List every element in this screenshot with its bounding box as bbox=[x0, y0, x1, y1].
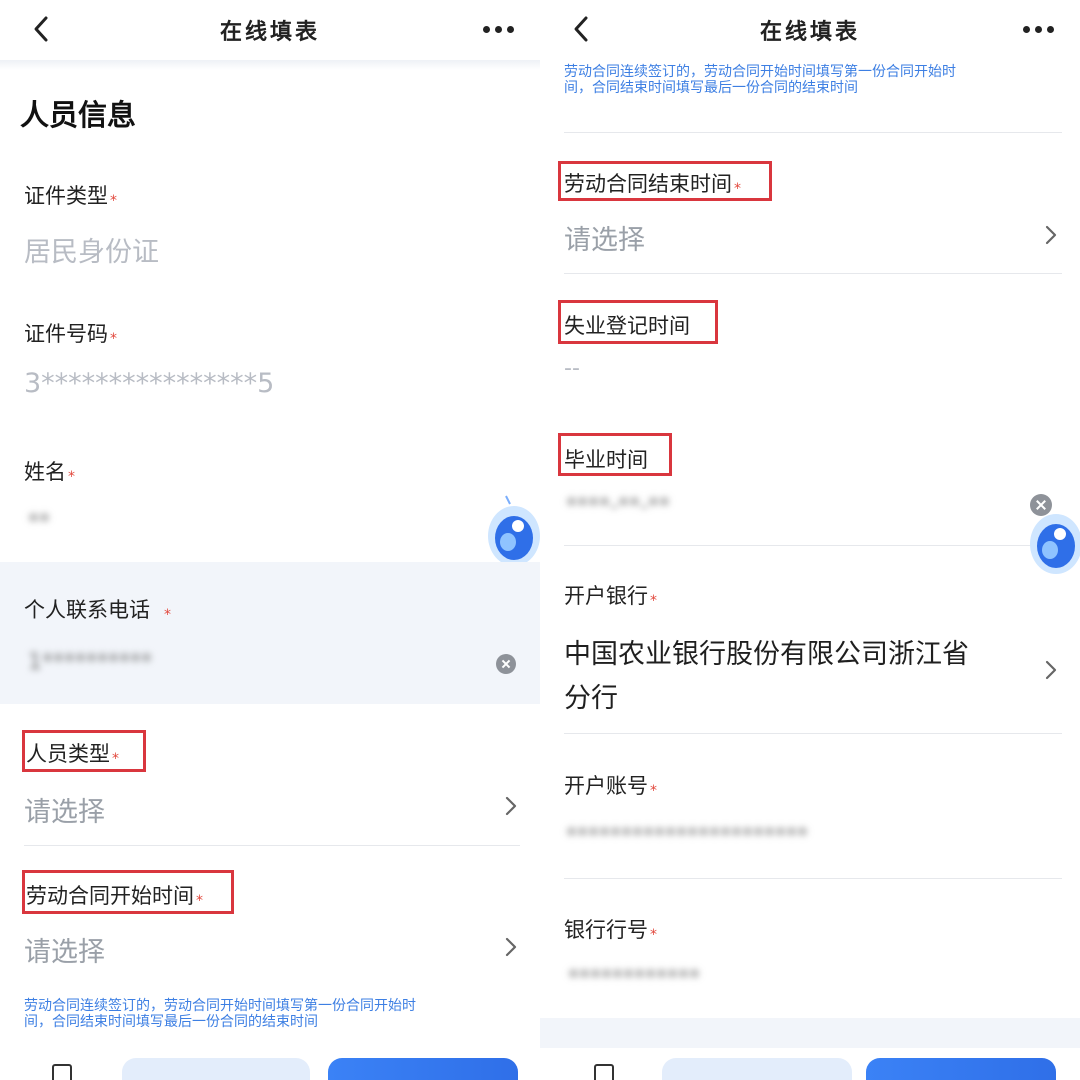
nav-bar: 在线填表 bbox=[0, 0, 540, 60]
divider bbox=[564, 733, 1062, 734]
divider bbox=[564, 132, 1062, 133]
phone-input[interactable]: 1********** bbox=[28, 650, 152, 675]
highlight-box bbox=[558, 300, 718, 344]
bank-value-line1[interactable]: 中国农业银行股份有限公司浙江省 bbox=[564, 632, 969, 671]
more-icon[interactable] bbox=[483, 26, 514, 33]
highlight-box bbox=[558, 433, 672, 476]
save-draft-icon[interactable] bbox=[52, 1064, 72, 1080]
phone-field-block bbox=[0, 562, 540, 704]
phone-label: 个人联系电话 * bbox=[24, 598, 171, 623]
name-label: 姓名 * bbox=[24, 460, 75, 485]
left-screen: 在线填表 人员信息 证件类型 * 居民身份证 证件号码 * 3***********… bbox=[0, 0, 540, 1080]
clear-icon[interactable] bbox=[496, 654, 516, 674]
graduation-date-value: ****-**-** bbox=[566, 494, 670, 519]
id-type-label: 证件类型 * bbox=[24, 184, 117, 209]
primary-button[interactable] bbox=[328, 1058, 518, 1080]
page-title: 在线填表 bbox=[759, 20, 860, 45]
nav-bar: 在线填表 bbox=[540, 0, 1080, 60]
id-number-value: 3****************5 bbox=[24, 368, 275, 399]
highlight-box bbox=[558, 161, 772, 201]
save-draft-icon[interactable] bbox=[594, 1064, 614, 1080]
bank-value-line2[interactable]: 分行 bbox=[564, 676, 618, 715]
name-value: ** bbox=[28, 510, 50, 535]
right-screen: 在线填表 劳动合同连续签订的，劳动合同开始时间填写第一份合同开始时 间，合同结束… bbox=[540, 0, 1080, 1080]
divider bbox=[564, 545, 1062, 546]
chevron-right-icon bbox=[1045, 225, 1057, 245]
bank-label: 开户银行 * bbox=[564, 584, 657, 609]
secondary-button[interactable] bbox=[662, 1058, 852, 1080]
divider bbox=[24, 845, 520, 846]
highlight-box bbox=[22, 870, 234, 914]
section-gap bbox=[540, 1018, 1080, 1048]
contract-note: 劳动合同连续签订的，劳动合同开始时间填写第一份合同开始时 间，合同结束时间填写最… bbox=[24, 998, 416, 1030]
assistant-mascot-icon[interactable] bbox=[1024, 502, 1080, 582]
account-label: 开户账号 * bbox=[564, 774, 657, 799]
contract-note: 劳动合同连续签订的，劳动合同开始时间填写第一份合同开始时 间，合同结束时间填写最… bbox=[564, 64, 956, 96]
nav-divider bbox=[0, 60, 540, 70]
chevron-right-icon bbox=[505, 937, 517, 957]
unemployment-date-value: -- bbox=[564, 356, 580, 381]
id-number-label: 证件号码 * bbox=[24, 322, 117, 347]
page-title: 在线填表 bbox=[219, 20, 320, 45]
secondary-button[interactable] bbox=[122, 1058, 310, 1080]
chevron-right-icon bbox=[1045, 660, 1057, 680]
highlight-box bbox=[22, 730, 146, 772]
primary-button[interactable] bbox=[866, 1058, 1056, 1080]
more-icon[interactable] bbox=[1023, 26, 1054, 33]
contract-end-select[interactable]: 请选择 bbox=[564, 218, 645, 257]
bank-code-input[interactable]: ************ bbox=[568, 966, 700, 991]
chevron-right-icon bbox=[505, 796, 517, 816]
divider bbox=[564, 878, 1062, 879]
bank-code-label: 银行行号 * bbox=[564, 918, 657, 943]
account-input[interactable]: ********************** bbox=[566, 824, 808, 849]
divider bbox=[564, 273, 1062, 274]
section-title: 人员信息 bbox=[20, 98, 137, 132]
contract-start-select[interactable]: 请选择 bbox=[24, 930, 105, 969]
person-type-select[interactable]: 请选择 bbox=[24, 790, 105, 829]
id-type-value: 居民身份证 bbox=[24, 237, 159, 268]
